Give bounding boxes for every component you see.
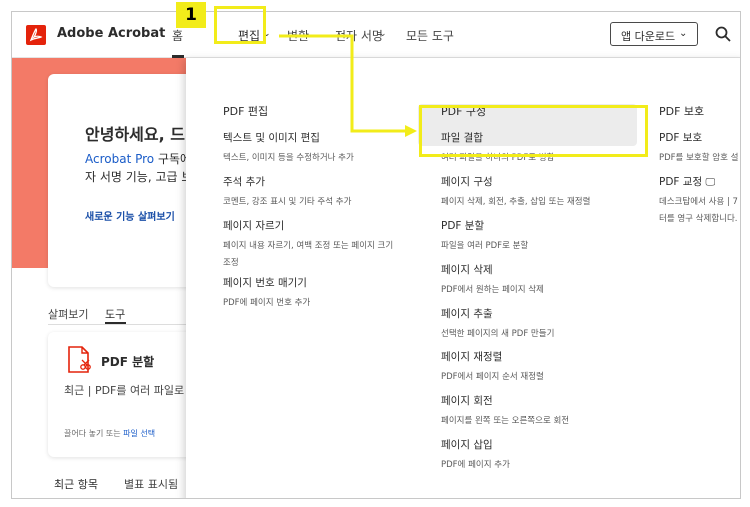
arrow-annotation-icon [279,34,417,137]
